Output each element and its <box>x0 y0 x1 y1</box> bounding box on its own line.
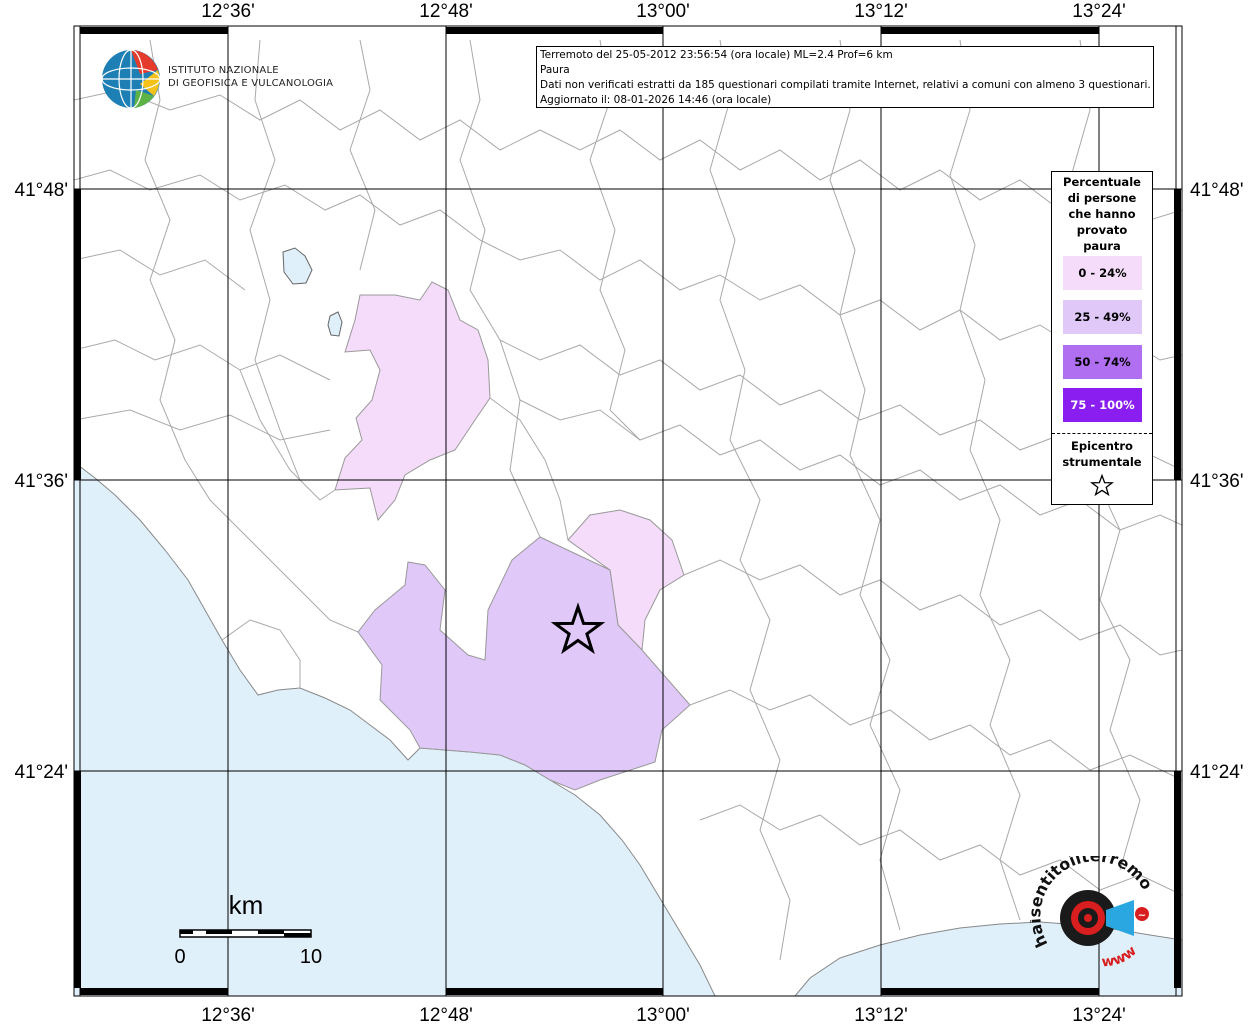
scale-end: 10 <box>300 946 322 968</box>
lon-tick-label: 12°48' <box>419 1005 473 1024</box>
ingv-name-line2: DI GEOFISICA E VULCANOLOGIA <box>168 78 334 89</box>
lat-tick-label: 41°48' <box>1190 180 1244 201</box>
longitude-labels-top: 12°36' 12°48' 13°00' 13°12' 13°24' <box>201 1 1126 22</box>
lake-nemi <box>327 311 343 337</box>
legend-class-75-100: 75 - 100% <box>1063 388 1142 422</box>
latitude-labels-right: 41°48' 41°36' 41°24' <box>1190 180 1244 783</box>
legend-class-0-24: 0 - 24% <box>1063 256 1142 290</box>
ingv-name-line1: ISTITUTO NAZIONALE <box>168 65 279 76</box>
lat-tick-label: 41°36' <box>1190 471 1244 492</box>
lat-tick-label: 41°24' <box>1190 762 1244 783</box>
lat-tick-label: 41°24' <box>15 762 69 783</box>
star-icon <box>1090 474 1114 496</box>
legend-title-line: che hanno <box>1068 207 1136 221</box>
lon-tick-label: 13°12' <box>854 1 908 22</box>
hst-wave-icon: ~ <box>1138 910 1146 921</box>
hst-www: www <box>1101 943 1140 971</box>
lon-tick-label: 13°00' <box>636 1 690 22</box>
scale-start: 0 <box>174 946 185 968</box>
lon-tick-label: 12°36' <box>201 1 255 22</box>
hai-sentito-logo: haisentitoilterremoto.it www ~ <box>1030 856 1157 971</box>
legend-epicenter-label: Epicentro strumentale <box>1052 438 1152 470</box>
legend-epicenter-line: Epicentro <box>1071 439 1133 453</box>
legend-title-line: paura <box>1083 239 1121 253</box>
event-description: Terremoto del 25-05-2012 23:56:54 (ora l… <box>540 49 893 61</box>
lon-tick-label: 13°24' <box>1072 1005 1126 1024</box>
lon-tick-label: 12°36' <box>201 1005 255 1024</box>
map-parameter: Paura <box>540 64 570 76</box>
legend-title-line: Percentuale <box>1063 175 1141 189</box>
latitude-labels-left: 41°48' 41°36' 41°24' <box>15 180 69 783</box>
lon-tick-label: 13°12' <box>854 1005 908 1024</box>
scale-unit: km <box>229 890 264 920</box>
event-info-box: Terremoto del 25-05-2012 23:56:54 (ora l… <box>536 46 1154 108</box>
lon-tick-label: 13°00' <box>636 1005 690 1024</box>
legend-title-line: di persone <box>1067 191 1137 205</box>
scale-bar: km 0 10 <box>174 890 322 968</box>
lon-tick-label: 13°24' <box>1072 1 1126 22</box>
update-timestamp: Aggiornato il: 08-01-2026 14:46 (ora loc… <box>540 94 772 106</box>
data-note: Dati non verificati estratti da 185 ques… <box>540 79 1151 91</box>
ingv-name: ISTITUTO NAZIONALE DI GEOFISICA E VULCAN… <box>168 64 333 90</box>
legend-epicenter-line: strumentale <box>1062 455 1142 469</box>
ingv-globe-logo <box>101 49 161 109</box>
legend-divider <box>1052 433 1152 434</box>
lon-tick-label: 12°48' <box>419 1 473 22</box>
legend-title: Percentuale di persone che hanno provato… <box>1052 174 1152 254</box>
lat-tick-label: 41°36' <box>15 471 69 492</box>
legend: Percentuale di persone che hanno provato… <box>1051 171 1153 505</box>
longitude-labels-bottom: 12°36' 12°48' 13°00' 13°12' 13°24' <box>201 1005 1126 1024</box>
lat-tick-label: 41°48' <box>15 180 69 201</box>
legend-class-50-74: 50 - 74% <box>1063 345 1142 379</box>
legend-title-line: provato <box>1076 223 1128 237</box>
legend-class-25-49: 25 - 49% <box>1063 300 1142 334</box>
